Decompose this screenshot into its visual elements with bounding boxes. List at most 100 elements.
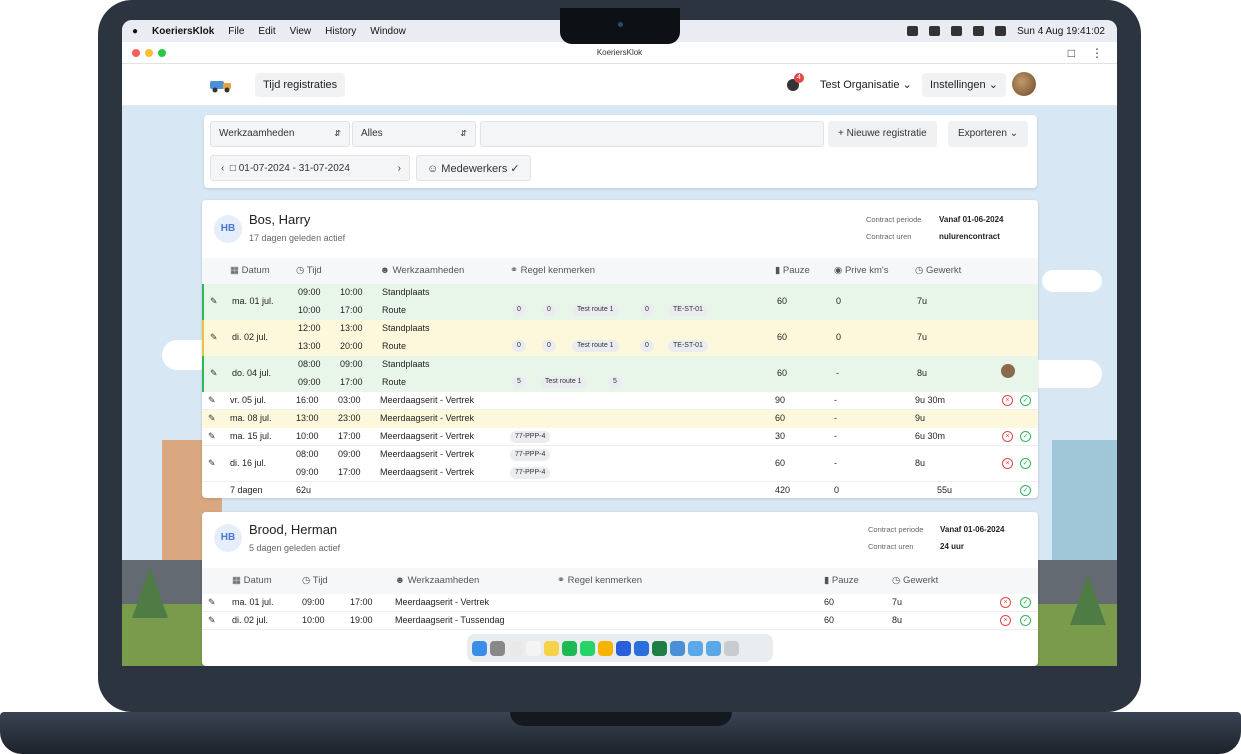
total-km: 0 (834, 485, 840, 495)
approve-icon[interactable]: ✓ (1020, 458, 1031, 469)
menu-history[interactable]: History (325, 26, 356, 37)
share-icon[interactable]: □ (1068, 42, 1075, 64)
column-header[interactable]: ◷ Gewerkt (915, 265, 961, 276)
table-row[interactable]: ✎ ma. 15 jul. 10:00 17:00 Meerdaagserit … (202, 428, 1038, 446)
edit-icon[interactable]: ✎ (208, 431, 216, 442)
organization-dropdown[interactable]: Test Organisatie ⌄ (812, 73, 920, 97)
table-row[interactable]: ✎ di. 02 jul. 12:00 13:00 Standplaats 13… (202, 320, 1038, 356)
outlook-icon[interactable] (616, 640, 631, 656)
folder-icon[interactable] (706, 640, 721, 656)
apple-icon[interactable]: ● (132, 26, 138, 37)
table-row[interactable]: ✎ vr. 05 jul. 16:00 03:00 Meerdaagserit … (202, 392, 1038, 410)
status-icon[interactable] (951, 26, 963, 36)
staff-dropdown[interactable]: ☺ Medewerkers ✓ (416, 155, 531, 181)
downloads-folder-icon[interactable] (688, 640, 703, 656)
close-window-button[interactable] (132, 49, 140, 57)
search-input[interactable] (480, 121, 824, 147)
app-icon[interactable] (670, 640, 685, 656)
trash-icon[interactable] (724, 640, 739, 656)
tab-tijd-registraties[interactable]: Tijd registraties (255, 73, 346, 97)
status-icon[interactable] (929, 26, 941, 36)
column-header[interactable]: ◷ Tijd (302, 575, 328, 586)
table-row[interactable]: ✎ di. 16 jul. 08:00 09:00 Meerdaagserit … (202, 446, 1038, 482)
minimize-window-button[interactable] (145, 49, 153, 57)
reject-icon[interactable]: × (1002, 458, 1013, 469)
edit-icon[interactable]: ✎ (208, 458, 216, 469)
search-icon[interactable] (995, 26, 1007, 36)
table-row[interactable]: ✎ ma. 08 jul. 13:00 23:00 Meerdaagserit … (202, 410, 1038, 428)
status-icon[interactable] (907, 26, 919, 36)
menu-file[interactable]: File (228, 26, 244, 37)
contract-period-label: Contract periode (866, 215, 922, 224)
column-header[interactable]: ▦ Datum (232, 575, 272, 586)
column-header[interactable]: ⚭ Regel kenmerken (510, 265, 595, 276)
menu-window[interactable]: Window (370, 26, 406, 37)
edit-icon[interactable]: ✎ (210, 332, 218, 343)
column-header[interactable]: ⚭ Regel kenmerken (557, 575, 642, 586)
calendar-icon[interactable] (508, 640, 523, 656)
menu-edit[interactable]: Edit (258, 26, 275, 37)
date-range-picker[interactable]: ‹ □ 01-07-2024 - 31-07-2024 › (210, 155, 410, 181)
route-badge: Test route 1 (540, 376, 587, 388)
row-start: 12:00 (298, 323, 321, 333)
chrome-icon[interactable] (598, 640, 613, 656)
whatsapp-icon[interactable] (580, 640, 595, 656)
notes-icon[interactable] (544, 640, 559, 656)
approve-icon[interactable]: ✓ (1020, 431, 1031, 442)
table-row[interactable]: ✎ ma. 01 jul. 09:00 10:00 Standplaats 10… (202, 284, 1038, 320)
logo-truck-icon[interactable] (208, 76, 234, 94)
edit-icon[interactable]: ✎ (208, 597, 216, 608)
excel-icon[interactable] (652, 640, 667, 656)
date-range-value: 01-07-2024 - 31-07-2024 (238, 163, 350, 174)
wifi-icon[interactable] (973, 26, 985, 36)
user-avatar[interactable] (1012, 72, 1036, 96)
export-button[interactable]: Exporteren ⌄ (948, 121, 1029, 147)
reject-icon[interactable]: × (1000, 615, 1011, 626)
employee-name[interactable]: Bos, Harry (249, 212, 310, 227)
menubar-app-name[interactable]: KoeriersKlok (152, 26, 214, 37)
column-header[interactable]: ▮ Pauze (824, 575, 859, 586)
work-filter-select[interactable]: Werkzaamheden ⇵ (210, 121, 350, 147)
row-work: Meerdaagserit - Vertrek (395, 597, 490, 607)
edit-icon[interactable]: ✎ (208, 615, 216, 626)
column-header[interactable]: ◷ Tijd (296, 265, 322, 276)
row-work: Standplaats (382, 323, 430, 333)
column-header[interactable]: ☻ Werkzaamheden (395, 575, 479, 586)
menubar-clock[interactable]: Sun 4 Aug 19:41:02 (1017, 26, 1105, 37)
notification-badge: 4 (794, 73, 804, 83)
approve-icon[interactable]: ✓ (1020, 615, 1031, 626)
column-header[interactable]: ☻ Werkzaamheden (380, 265, 464, 276)
chevron-right-icon[interactable]: › (398, 156, 401, 182)
table-row[interactable]: ✎ di. 02 jul. 10:00 19:00 Meerdaagserit … (202, 612, 1038, 630)
edit-icon[interactable]: ✎ (210, 296, 218, 307)
word-icon[interactable] (634, 640, 649, 656)
contract-period-value: Vanaf 01-06-2024 (940, 525, 1005, 534)
row-km: 0 (836, 296, 842, 306)
reject-icon[interactable]: × (1002, 395, 1013, 406)
menu-view[interactable]: View (290, 26, 312, 37)
column-header[interactable]: ▮ Pauze (775, 265, 810, 276)
employee-name[interactable]: Brood, Herman (249, 522, 337, 537)
reject-icon[interactable]: × (1002, 431, 1013, 442)
finder-icon[interactable] (472, 640, 487, 656)
column-header[interactable]: ▦ Datum (230, 265, 270, 276)
settings-dropdown[interactable]: Instellingen ⌄ (922, 73, 1006, 97)
approve-all-icon[interactable]: ✓ (1020, 485, 1031, 496)
column-header[interactable]: ◉ Prive km's (834, 265, 888, 276)
table-row[interactable]: ✎ do. 04 jul. 08:00 09:00 Standplaats 09… (202, 356, 1038, 392)
table-row[interactable]: ✎ ma. 01 jul. 09:00 17:00 Meerdaagserit … (202, 594, 1038, 612)
approve-icon[interactable]: ✓ (1020, 597, 1031, 608)
approve-icon[interactable]: ✓ (1020, 395, 1031, 406)
new-registration-button[interactable]: + Nieuwe registratie (828, 121, 937, 147)
launchpad-icon[interactable] (490, 640, 505, 656)
reminders-icon[interactable] (526, 640, 541, 656)
edit-icon[interactable]: ✎ (208, 413, 216, 424)
more-icon[interactable]: ⋮ (1091, 42, 1103, 64)
reject-icon[interactable]: × (1000, 597, 1011, 608)
spotify-icon[interactable] (562, 640, 577, 656)
column-header[interactable]: ◷ Gewerkt (892, 575, 938, 586)
status-filter-select[interactable]: Alles ⇵ (352, 121, 476, 147)
zoom-window-button[interactable] (158, 49, 166, 57)
edit-icon[interactable]: ✎ (208, 395, 216, 406)
edit-icon[interactable]: ✎ (210, 368, 218, 379)
